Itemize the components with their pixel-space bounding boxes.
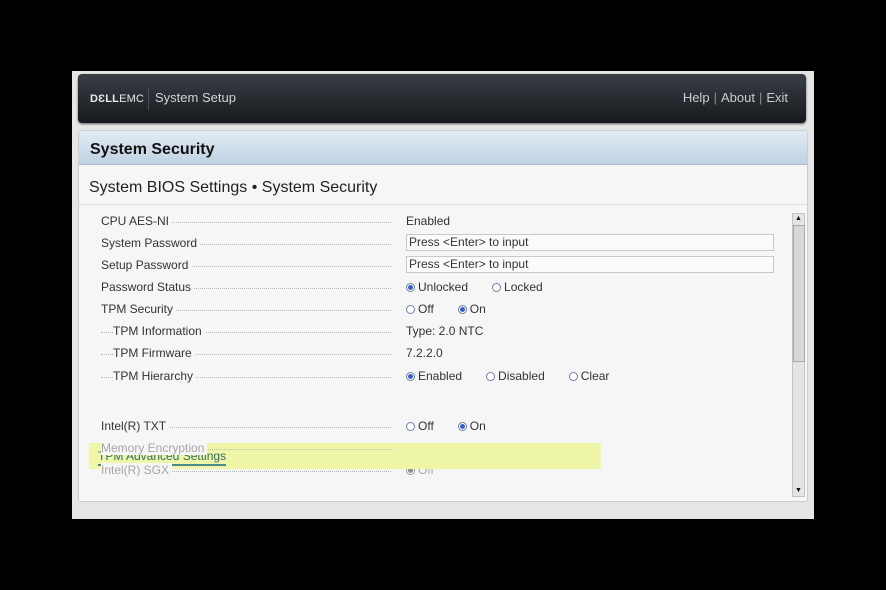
dell-emc-logo: DƐLLEMC (90, 93, 145, 105)
link-separator: | (713, 90, 717, 105)
setting-label: TPM Firmware (113, 346, 195, 360)
divider (79, 204, 807, 205)
logo-divider (148, 88, 149, 110)
radio-selected-icon[interactable] (406, 282, 415, 292)
scroll-down-arrow-icon[interactable]: ▼ (793, 486, 804, 496)
setting-row-cpu-aes-ni: CPU AES-NI Enabled (79, 210, 789, 232)
radio-label: Locked (504, 280, 543, 294)
radio-label: Off (418, 302, 434, 316)
panel-title: System Security (90, 141, 215, 158)
radio-label: Unlocked (418, 280, 469, 294)
radio-on[interactable]: On (457, 302, 486, 316)
setting-row-tpm-information: TPM Information Type: 2.0 NTC (79, 320, 789, 342)
radio-unselected-icon[interactable] (492, 282, 502, 292)
scroll-up-arrow-icon[interactable]: ▲ (793, 214, 804, 224)
setting-row-tpm-firmware: TPM Firmware 7.2.2.0 (79, 342, 789, 364)
radio-locked[interactable]: Locked (492, 280, 543, 294)
radio-disabled[interactable]: Disabled (486, 369, 545, 383)
radio-label: Enabled (418, 369, 463, 383)
setting-value: Type: 2.0 NTC (406, 324, 484, 338)
radio-selected-icon[interactable] (457, 304, 467, 314)
radio-unselected-icon[interactable] (406, 304, 415, 314)
radio-label: On (469, 302, 486, 316)
radio-unselected-icon[interactable] (568, 371, 578, 381)
radio-unselected-icon[interactable] (406, 421, 415, 431)
help-link[interactable]: Help (683, 90, 710, 105)
intel-r-txt-radio-group: Off On (406, 419, 510, 434)
password-status-radio-group: Unlocked Locked (406, 280, 567, 295)
setting-value: Enabled (406, 214, 451, 228)
system-password-input[interactable]: Press <Enter> to input (406, 234, 774, 251)
setting-value: 7.2.2.0 (406, 346, 443, 360)
radio-selected-icon[interactable] (406, 371, 415, 381)
breadcrumb: System BIOS Settings • System Security (89, 179, 378, 196)
scrollbar-thumb[interactable] (793, 225, 805, 362)
setting-row-system-password: System Password Press <Enter> to input (79, 232, 789, 254)
setting-row-password-status: Password Status Unlocked Locked (79, 276, 789, 298)
radio-unselected-icon[interactable] (486, 371, 496, 381)
tpm-security-radio-group: Off On (406, 302, 510, 317)
radio-on[interactable]: On (457, 419, 486, 433)
setup-password-input[interactable]: Press <Enter> to input (406, 256, 774, 273)
radio-selected-icon[interactable] (457, 421, 467, 431)
radio-enabled[interactable]: Enabled (406, 369, 462, 383)
setting-label: Password Status (101, 280, 195, 294)
top-links: Help | About | Exit (683, 90, 788, 105)
setting-label: Memory Encryption (101, 441, 208, 455)
setting-label: TPM Security (101, 302, 177, 316)
setting-row-tpm-security: TPM Security Off On (79, 298, 789, 320)
setting-row-setup-password: Setup Password Press <Enter> to input (79, 254, 789, 276)
tpm-hierarchy-radio-group: Enabled Disabled Clear (406, 369, 633, 384)
setting-row-intel-r-txt: Intel(R) TXT Off On (79, 415, 789, 437)
setting-row-tpm-hierarchy: TPM Hierarchy Enabled Disabled Clear (79, 365, 789, 387)
scrollbar[interactable]: ▲ ▼ (792, 213, 805, 497)
app-title: System Setup (155, 90, 236, 105)
radio-label: Clear (580, 369, 610, 383)
setting-label: Setup Password (101, 258, 192, 272)
radio-label: On (469, 419, 486, 433)
setting-label: TPM Hierarchy (113, 369, 197, 383)
system-security-panel: System Security System BIOS Settings • S… (78, 130, 808, 502)
radio-off[interactable]: Off (406, 302, 434, 316)
setting-label: Intel(R) TXT (101, 419, 170, 433)
setting-label: TPM Information (113, 324, 205, 338)
setup-window: DƐLLEMC System Setup Help | About | Exit Sys… (72, 71, 814, 519)
radio-label: Disabled (498, 369, 545, 383)
about-link[interactable]: About (721, 90, 755, 105)
setting-label: CPU AES-NI (101, 214, 173, 228)
radio-unlocked[interactable]: Unlocked (406, 280, 468, 294)
radio-off[interactable]: Off (406, 419, 434, 433)
exit-link[interactable]: Exit (766, 90, 788, 105)
radio-label: Off (418, 419, 434, 433)
top-bar: DƐLLEMC System Setup Help | About | Exit (78, 74, 806, 123)
setting-label: System Password (101, 236, 201, 250)
link-separator: | (758, 90, 763, 105)
setting-label: Intel(R) SGX (101, 463, 173, 477)
radio-clear[interactable]: Clear (568, 369, 610, 383)
